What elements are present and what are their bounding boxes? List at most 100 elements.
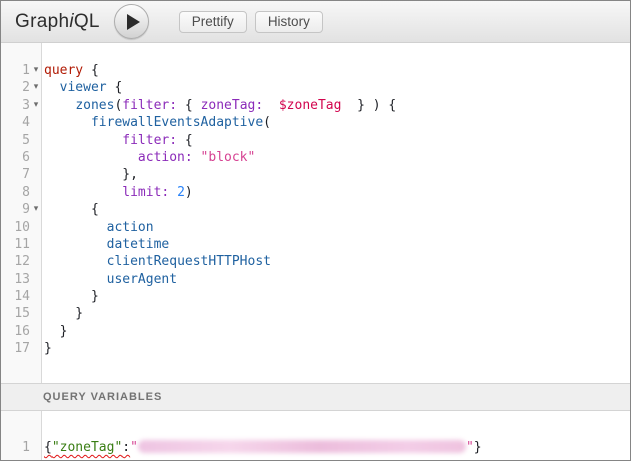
token: } [44,341,52,356]
line-number: 16 [1,323,30,340]
code-line: 1▾query { [1,62,630,79]
token [263,98,279,113]
code-text: userAgent [42,271,177,288]
fold-gutter-spacer [30,149,42,166]
token: userAgent [107,272,177,287]
token: { [83,63,99,78]
play-icon [127,14,140,30]
code-text: zones(filter: { zoneTag: $zoneTag } ) { [42,97,396,114]
line-number: 17 [1,340,30,357]
code-text: firewallEventsAdaptive( [42,114,271,131]
code-line: 10 action [1,219,630,236]
line-number: 5 [1,132,30,149]
fold-arrow-icon[interactable]: ▾ [30,201,42,218]
token: viewer [60,80,107,95]
token: zoneTag: [201,98,264,113]
token: } [44,324,67,339]
token: { [177,133,193,148]
token: : [122,440,130,455]
code-line: 1{"zoneTag":""} [1,439,630,456]
code-text: filter: { [42,132,193,149]
fold-gutter-spacer [30,219,42,236]
logo-text-ql: QL [74,11,100,32]
token: } [474,440,482,455]
token: { [44,440,52,455]
token: { [44,202,99,217]
line-number: 15 [1,305,30,322]
code-text: } [42,288,99,305]
code-line: 11 datetime [1,236,630,253]
fold-gutter-spacer [30,236,42,253]
fold-arrow-icon[interactable]: ▾ [30,97,42,114]
code-text: viewer { [42,79,122,96]
code-line: 5 filter: { [1,132,630,149]
token [169,185,177,200]
line-number: 3 [1,97,30,114]
token: { [177,98,200,113]
line-number: 9 [1,201,30,218]
execute-query-button[interactable] [114,4,149,39]
fold-arrow-icon[interactable]: ▾ [30,79,42,96]
token: limit: [122,185,169,200]
token [44,150,138,165]
code-text: clientRequestHTTPHost [42,253,271,270]
token: "zoneTag" [52,440,122,455]
code-text: { [42,201,99,218]
query-code-lines: 1▾query {2▾ viewer {3▾ zones(filter: { z… [1,43,630,358]
token: { [107,80,123,95]
fold-gutter-spacer [30,166,42,183]
code-line: 9▾ { [1,201,630,218]
variables-editor[interactable]: 1{"zoneTag":""} [1,411,630,460]
token [44,80,60,95]
token: "block" [201,150,256,165]
line-number: 6 [1,149,30,166]
query-editor[interactable]: 1▾query {2▾ viewer {3▾ zones(filter: { z… [1,43,630,383]
fold-gutter-spacer [30,114,42,131]
code-text: action [42,219,154,236]
line-number: 8 [1,184,30,201]
fold-gutter-spacer [30,340,42,357]
token: }, [44,167,138,182]
code-line: 15 } [1,305,630,322]
token: } [44,289,99,304]
code-line: 3▾ zones(filter: { zoneTag: $zoneTag } )… [1,97,630,114]
token: action: [138,150,193,165]
prettify-button[interactable]: Prettify [179,11,247,33]
token [44,185,122,200]
token: filter: [122,98,177,113]
code-text: action: "block" [42,149,255,166]
code-line: 17} [1,340,630,357]
line-number: 4 [1,114,30,131]
fold-gutter-spacer [30,253,42,270]
code-line: 13 userAgent [1,271,630,288]
token: filter: [122,133,177,148]
code-line: 2▾ viewer { [1,79,630,96]
code-text: }, [42,166,138,183]
token: clientRequestHTTPHost [107,254,271,269]
history-button[interactable]: History [255,11,323,33]
code-line: 12 clientRequestHTTPHost [1,253,630,270]
code-text: } [42,323,67,340]
token: action [107,220,154,235]
token [44,254,107,269]
token [44,133,122,148]
token: " [466,440,474,455]
graphiql-logo: GraphiQL [15,11,100,33]
fold-arrow-icon[interactable]: ▾ [30,62,42,79]
code-line: 7 }, [1,166,630,183]
token: ( [263,115,271,130]
token [44,272,107,287]
toolbar: GraphiQL Prettify History [1,1,630,43]
line-number: 13 [1,271,30,288]
code-text: datetime [42,236,169,253]
token: " [130,440,138,455]
fold-gutter-spacer [30,323,42,340]
fold-gutter-spacer [30,288,42,305]
fold-gutter-spacer [30,271,42,288]
redacted-zone-id-blur [138,440,466,453]
graphiql-window: GraphiQL Prettify History 1▾query {2▾ vi… [0,0,631,461]
token: $zoneTag [279,98,342,113]
line-number: 1 [1,439,30,456]
query-variables-header[interactable]: QUERY VARIABLES [1,383,630,411]
fold-gutter-spacer [30,305,42,322]
